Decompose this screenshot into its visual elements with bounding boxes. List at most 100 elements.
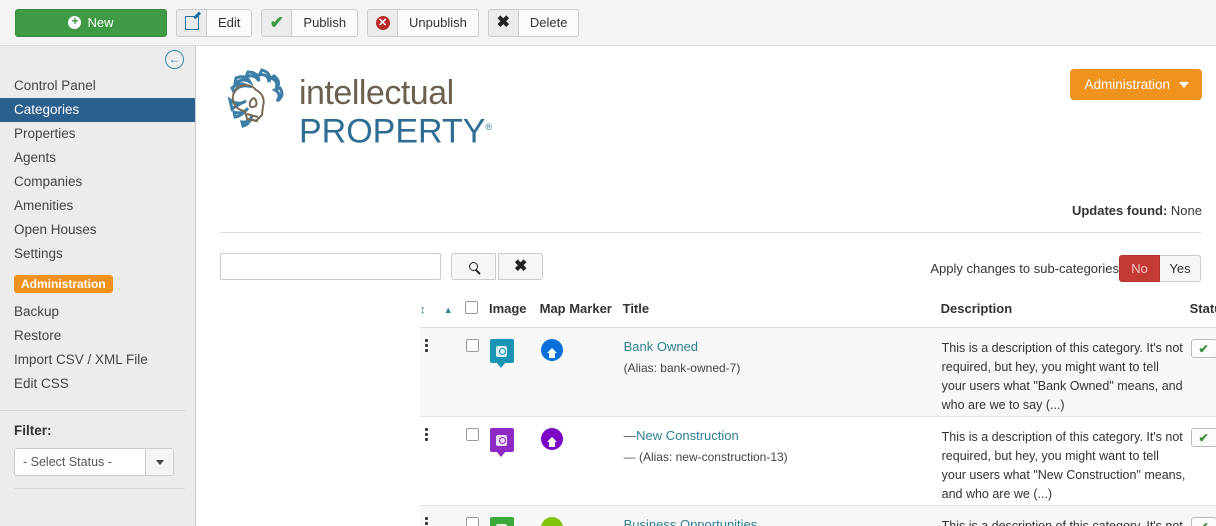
- apply-toggle-yes[interactable]: Yes: [1160, 255, 1201, 282]
- filter-status-select[interactable]: - Select Status -: [14, 448, 174, 476]
- edit-button-label[interactable]: Edit: [206, 8, 253, 37]
- category-title-link[interactable]: New Construction: [636, 428, 739, 443]
- row-checkbox[interactable]: [466, 428, 480, 441]
- row-checkbox[interactable]: [466, 517, 480, 526]
- row-order-cell: [443, 327, 466, 417]
- apply-toggle-no[interactable]: No: [1119, 255, 1160, 282]
- sidebar-item-control-panel[interactable]: Control Panel: [0, 74, 195, 98]
- row-select-cell[interactable]: [465, 505, 489, 526]
- category-description: This is a description of this category. …: [940, 327, 1190, 417]
- category-description: This is a description of this category. …: [940, 505, 1190, 526]
- row-actions-cell[interactable]: [420, 416, 444, 506]
- sort-toggle-column[interactable]: ↕: [420, 301, 444, 328]
- row-select-cell[interactable]: [465, 416, 489, 506]
- sidebar-item-open-houses[interactable]: Open Houses: [0, 218, 195, 242]
- sidebar-item-backup[interactable]: Backup: [0, 300, 195, 324]
- sidebar-item-label: Import CSV / XML File: [14, 352, 148, 367]
- sidebar-item-agents[interactable]: Agents: [0, 146, 195, 170]
- sidebar-item-import-csv-xml[interactable]: Import CSV / XML File: [0, 348, 195, 372]
- status-published-button[interactable]: ✔: [1190, 517, 1216, 526]
- sidebar-item-categories[interactable]: Categories: [0, 98, 195, 122]
- select-all-column[interactable]: [465, 301, 489, 328]
- row-title-cell: Business Opportunities (Alias: business-…: [622, 505, 941, 526]
- sort-updown-icon[interactable]: ↕: [420, 304, 426, 316]
- sidebar-item-amenities[interactable]: Amenities: [0, 194, 195, 218]
- plus-circle-icon: +: [68, 15, 82, 29]
- row-order-cell: [443, 416, 466, 506]
- categories-table-wrapper: ↕ ▲ Image Map Marker Title Description S…: [420, 301, 1216, 526]
- sidebar-administration-section: Administration: [0, 266, 195, 300]
- row-status-cell: ✔: [1189, 416, 1216, 506]
- new-button[interactable]: + New: [15, 8, 167, 37]
- publish-button-label[interactable]: Publish: [291, 8, 359, 37]
- select-all-checkbox[interactable]: [465, 301, 479, 314]
- column-header-title: Title: [622, 301, 941, 328]
- sidebar-item-label: Control Panel: [14, 78, 96, 93]
- sort-asc-column[interactable]: ▲: [443, 301, 466, 328]
- unpublish-button-label[interactable]: Unpublish: [397, 8, 479, 37]
- check-icon: ✔: [261, 8, 292, 37]
- category-title-link[interactable]: Business Opportunities: [624, 517, 758, 526]
- new-button-label: New: [87, 15, 114, 30]
- delete-button[interactable]: ✖ Delete: [487, 8, 580, 37]
- row-status-cell: ✔: [1189, 505, 1216, 526]
- category-description: This is a description of this category. …: [940, 416, 1190, 506]
- administration-badge[interactable]: Administration: [14, 275, 113, 293]
- sidebar-item-label: Restore: [14, 328, 62, 343]
- main-content: intellectual PROPERTY® Administration Up…: [197, 46, 1216, 526]
- sidebar-item-edit-css[interactable]: Edit CSS: [0, 372, 195, 396]
- header-divider: [220, 232, 1201, 233]
- page-header: intellectual PROPERTY® Administration: [197, 46, 1216, 186]
- registered-mark-icon: ®: [485, 122, 493, 132]
- column-header-status: Status: [1189, 301, 1216, 328]
- status-published-button[interactable]: ✔: [1190, 339, 1216, 358]
- administration-button-label: Administration: [1084, 77, 1170, 92]
- apply-subcategories-label: Apply changes to sub-categories: [930, 261, 1119, 276]
- unpublish-button[interactable]: ✕ Unpublish: [367, 8, 479, 37]
- sidebar-collapse-row: ←: [0, 46, 195, 74]
- status-published-button[interactable]: ✔: [1190, 428, 1216, 447]
- sidebar-item-label: Backup: [14, 304, 60, 319]
- delete-button-label[interactable]: Delete: [517, 8, 580, 37]
- row-select-cell[interactable]: [465, 327, 489, 417]
- row-status-cell: ✔: [1189, 327, 1216, 417]
- sidebar-item-restore[interactable]: Restore: [0, 324, 195, 348]
- sidebar-item-settings[interactable]: Settings: [0, 242, 195, 266]
- column-header-image: Image: [488, 301, 540, 328]
- category-title-link[interactable]: Bank Owned: [624, 339, 698, 354]
- sidebar-item-companies[interactable]: Companies: [0, 170, 195, 194]
- arrow-left-circle-icon[interactable]: ←: [165, 50, 184, 69]
- row-menu-icon[interactable]: [421, 428, 443, 441]
- sidebar-item-properties[interactable]: Properties: [0, 122, 195, 146]
- sidebar-item-label: Categories: [14, 102, 80, 117]
- map-marker-home-icon: [540, 428, 563, 450]
- search-row: ✖ Apply changes to sub-categories No Yes: [220, 253, 1201, 289]
- clear-search-button[interactable]: ✖: [498, 253, 544, 280]
- publish-button[interactable]: ✔ Publish: [261, 8, 359, 37]
- category-alias: (Alias: bank-owned-7): [623, 361, 741, 375]
- row-menu-icon[interactable]: [421, 339, 443, 352]
- row-order-cell: [443, 505, 466, 526]
- row-actions-cell[interactable]: [420, 327, 444, 417]
- map-marker-home-icon: [540, 339, 563, 361]
- sidebar-item-label: Properties: [14, 126, 76, 141]
- updates-found-label: Updates found:: [1071, 203, 1168, 218]
- updates-found-value: None: [1170, 203, 1202, 218]
- map-marker-home-icon: [540, 517, 563, 526]
- table-header-row: ↕ ▲ Image Map Marker Title Description S…: [420, 301, 1216, 328]
- sidebar-item-label: Open Houses: [14, 222, 97, 237]
- search-input[interactable]: [220, 253, 441, 280]
- cancel-circle-icon: ✕: [367, 8, 398, 37]
- category-alias: (Alias: new-construction-13): [638, 450, 788, 464]
- search-button[interactable]: [450, 253, 496, 280]
- row-image-cell: [488, 505, 540, 526]
- row-actions-cell[interactable]: [420, 505, 444, 526]
- row-checkbox[interactable]: [466, 339, 480, 352]
- administration-dropdown-button[interactable]: Administration: [1070, 69, 1202, 100]
- edit-button[interactable]: Edit: [176, 8, 253, 37]
- row-title-prefix: —: [623, 429, 637, 443]
- row-title-cell: Bank Owned (Alias: bank-owned-7): [622, 327, 941, 417]
- row-menu-icon[interactable]: [421, 517, 443, 526]
- sort-asc-icon[interactable]: ▲: [444, 305, 453, 315]
- sidebar-item-label: Agents: [14, 150, 57, 165]
